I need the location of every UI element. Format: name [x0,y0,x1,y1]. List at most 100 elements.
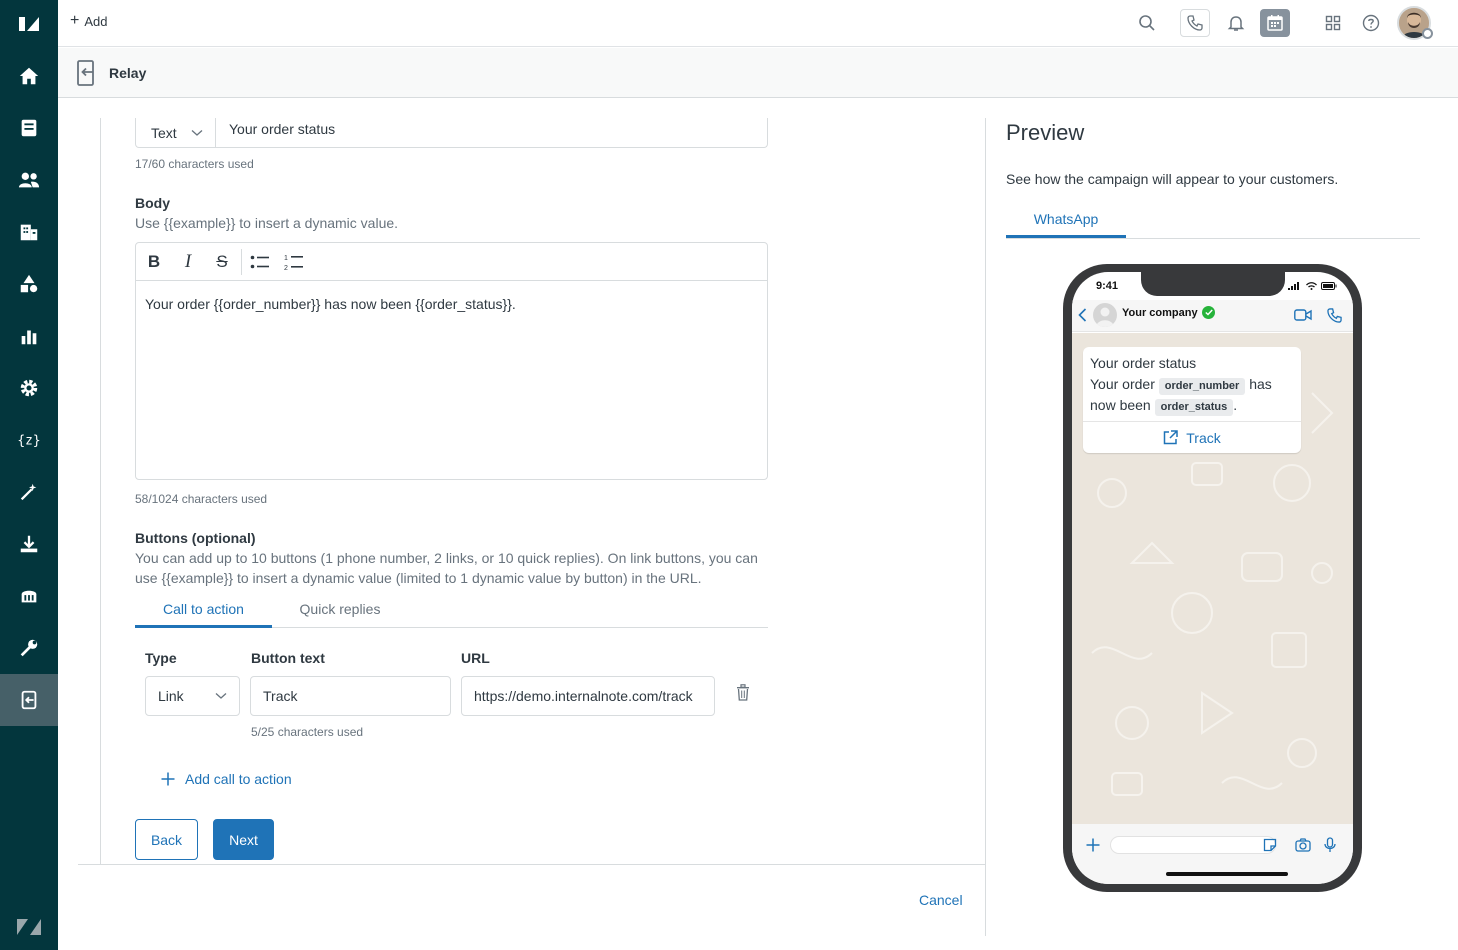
toolbar-divider [241,249,242,275]
italic-button[interactable]: I [177,251,199,273]
home-icon[interactable] [0,50,58,102]
body-label: Body [135,195,170,211]
search-icon[interactable] [1132,9,1162,37]
back-button[interactable]: Back [135,819,198,860]
help-icon[interactable] [1356,9,1386,37]
relay-app-icon[interactable] [0,674,58,726]
phone-screen: 9:41 Your company Your order status Your… [1072,272,1353,884]
preview-title: Preview [1006,120,1085,145]
preview-tabs: WhatsApp [1006,207,1420,239]
chat-composer [1072,824,1353,884]
button-text-input[interactable]: Track [250,676,451,716]
delete-trash-icon[interactable] [736,684,750,704]
body-editor-content[interactable]: Your order {{order_number}} has now been… [145,296,516,312]
sticker-icon[interactable] [1263,838,1277,852]
editor-toolbar: B I S 12 [136,243,767,281]
status-icons [1288,282,1337,290]
tickets-icon[interactable] [0,102,58,154]
apps-grid-icon[interactable] [1318,9,1348,37]
message-line-2: now been order_status. [1090,395,1294,416]
add-button-label: Add [84,13,108,29]
add-call-to-action-button[interactable]: Add call to action [161,771,292,787]
buttons-tabs: Call to action Quick replies [135,598,768,628]
button-url-input[interactable]: https://demo.internalnote.com/track [461,676,715,716]
plus-icon [161,772,175,786]
order-number-chip: order_number [1158,378,1246,395]
footer-divider [78,864,986,865]
header-text-input[interactable]: Your order status [229,121,335,137]
chat-header: Your company [1072,300,1353,332]
product-title: Relay [109,65,147,81]
sidebar: {z} [0,0,58,950]
zendesk-z-logo-icon [0,910,58,944]
form-left-border [100,118,101,864]
calendar-icon[interactable] [1260,9,1290,37]
plus-icon: + [70,12,80,29]
body-description: Use {{example}} to insert a dynamic valu… [135,215,399,231]
objects-icon[interactable] [0,258,58,310]
header-type-select[interactable]: Text [136,118,216,147]
tab-call-to-action[interactable]: Call to action [135,598,272,628]
svg-text:2: 2 [284,265,288,271]
plus-icon[interactable] [1086,838,1100,852]
buttons-description-line2: use {{example}} to insert a dynamic valu… [135,570,702,586]
bullet-list-icon[interactable] [249,251,271,273]
top-bar: + Add [58,0,1458,47]
chevron-down-icon [191,129,203,136]
microphone-icon[interactable] [1324,837,1336,853]
chevron-down-icon [215,693,227,699]
tab-whatsapp[interactable]: WhatsApp [1006,207,1126,238]
numbered-list-icon[interactable]: 12 [283,251,305,273]
message-line-1: Your order order_number has [1090,374,1294,395]
next-button[interactable]: Next [213,819,274,860]
add-button[interactable]: + Add [70,13,107,29]
add-call-to-action-label: Add call to action [185,771,292,787]
video-call-icon[interactable] [1294,309,1312,321]
strikethrough-button[interactable]: S [211,251,233,273]
button-text-column-label: Button text [251,650,325,666]
buttons-description-line1: You can add up to 10 buttons (1 phone nu… [135,550,758,566]
reporting-icon[interactable] [0,310,58,362]
chat-background: Your order status Your order order_numbe… [1072,333,1353,824]
message-part-2: has [1249,376,1272,392]
phone-call-icon[interactable] [1327,308,1342,323]
type-column-label: Type [145,650,177,666]
apps-z-icon[interactable]: {z} [0,414,58,466]
camera-icon[interactable] [1295,838,1311,852]
preview-divider [985,118,986,936]
settings-gear-icon[interactable] [0,362,58,414]
message-part-3: now been [1090,397,1151,413]
message-text: Your order status Your order order_numbe… [1083,347,1301,421]
bold-button[interactable]: B [143,251,165,273]
chevron-left-icon[interactable] [1078,308,1087,322]
button-text-char-count: 5/25 characters used [251,725,364,739]
url-column-label: URL [461,650,490,666]
message-bubble: Your order status Your order order_numbe… [1083,347,1301,453]
download-icon[interactable] [0,518,58,570]
body-char-count: 58/1024 characters used [135,492,268,506]
phone-notch [1141,272,1285,296]
company-avatar [1093,303,1117,327]
message-track-button[interactable]: Track [1083,421,1301,453]
battery-icon [1321,282,1337,290]
cancel-button[interactable]: Cancel [919,892,963,908]
message-part-1: Your order [1090,376,1155,392]
zendesk-logo-icon[interactable] [0,0,58,46]
tab-quick-replies[interactable]: Quick replies [284,598,396,628]
body-editor: B I S 12 Your order {{order_number}} has… [135,242,768,480]
magic-wand-icon[interactable] [0,466,58,518]
campaign-form: Text Your order status 17/60 characters … [58,98,986,950]
company-name: Your company [1122,307,1198,319]
customers-icon[interactable] [0,154,58,206]
button-type-select[interactable]: Link [145,676,240,716]
organizations-icon[interactable] [0,206,58,258]
status-time: 9:41 [1096,280,1119,292]
chat-message-input[interactable] [1110,836,1276,854]
phone-icon[interactable] [1180,9,1210,37]
presence-status-icon [1422,28,1433,39]
preview-description: See how the campaign will appear to your… [1006,171,1339,187]
wrench-icon[interactable] [0,622,58,674]
bot-icon[interactable] [0,570,58,622]
signal-icon [1288,282,1299,290]
notification-bell-icon[interactable] [1221,9,1251,37]
